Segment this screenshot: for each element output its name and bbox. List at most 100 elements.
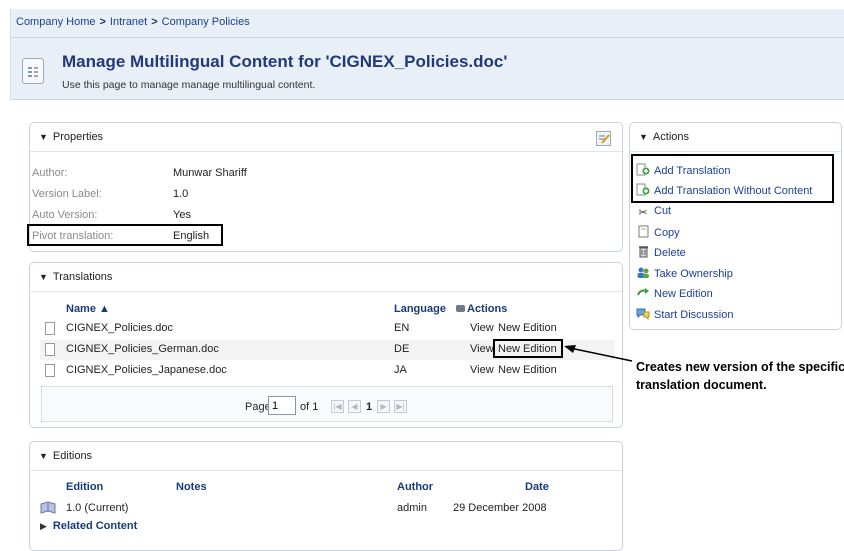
- panel-divider: [630, 151, 841, 152]
- version-label-value: 1.0: [173, 188, 189, 200]
- edition-author: admin: [397, 502, 427, 514]
- copy-icon-glyph: [638, 225, 648, 238]
- callout-text: Creates new version of the specific tran…: [636, 360, 844, 392]
- start-discussion-label: Start Discussion: [654, 309, 734, 321]
- pager-of-label: of 1: [300, 401, 319, 413]
- edition-date: 29 December 2008: [453, 502, 547, 514]
- start-discussion-action[interactable]: Start Discussion: [636, 307, 733, 321]
- language-column-header[interactable]: Language: [394, 303, 446, 315]
- arrow-icon: [636, 286, 650, 299]
- author-label: Author:: [32, 167, 68, 179]
- first-page-button[interactable]: |◀: [331, 400, 344, 413]
- pager: [41, 386, 613, 422]
- breadcrumb-company-home[interactable]: Company Home: [16, 16, 95, 28]
- date-column-header: Date: [525, 481, 549, 493]
- add-translation-highlight: [631, 154, 834, 203]
- cut-label: Cut: [654, 205, 672, 217]
- take-ownership-action[interactable]: Take Ownership: [636, 266, 733, 280]
- properties-panel-title[interactable]: ▼ Properties: [39, 131, 103, 143]
- editions-panel: ▼ Editions: [29, 441, 623, 551]
- notes-column-header: Notes: [176, 481, 207, 493]
- translations-panel-title[interactable]: ▼ Translations: [39, 271, 112, 283]
- edit-properties-icon[interactable]: [596, 131, 611, 146]
- take-ownership-label: Take Ownership: [654, 268, 733, 280]
- panel-divider: [30, 470, 622, 471]
- users-icon-glyph: [637, 267, 649, 278]
- panel-divider: [30, 151, 622, 152]
- properties-title: Properties: [52, 131, 104, 143]
- copy-icon: [636, 225, 650, 238]
- last-page-button[interactable]: ▶|: [394, 400, 407, 413]
- copy-action[interactable]: Copy: [636, 225, 680, 239]
- document-icon: [45, 364, 55, 377]
- version-label-label: Version Label:: [32, 188, 102, 200]
- edition-icon-glyph: [40, 501, 56, 514]
- translation-name[interactable]: CIGNEX_Policies.doc: [66, 322, 173, 334]
- breadcrumb-intranet[interactable]: Intranet: [110, 16, 147, 28]
- scissors-icon: ✂: [638, 207, 648, 219]
- users-icon: [636, 266, 650, 279]
- discussion-icon: [636, 307, 650, 321]
- view-link[interactable]: View: [470, 364, 494, 376]
- view-link[interactable]: View: [470, 343, 494, 355]
- edition-column-header: Edition: [66, 481, 104, 493]
- page-title: Manage Multilingual Content for 'CIGNEX_…: [62, 52, 508, 71]
- delete-action[interactable]: Delete: [636, 245, 686, 259]
- copy-label: Copy: [654, 227, 680, 239]
- translation-language: DE: [394, 343, 410, 355]
- document-icon: [45, 343, 55, 356]
- translation-language: EN: [394, 322, 410, 334]
- next-page-button[interactable]: ▶: [377, 400, 390, 413]
- auto-version-label: Auto Version:: [32, 209, 98, 221]
- delete-label: Delete: [654, 247, 686, 259]
- collapse-triangle-icon: ▼: [39, 132, 48, 142]
- translation-name[interactable]: CIGNEX_Policies_Japanese.doc: [66, 364, 227, 376]
- callout-arrow: [564, 345, 633, 362]
- page-number-input[interactable]: [268, 396, 296, 415]
- pivot-translation-highlight: [27, 224, 223, 246]
- breadcrumb-separator: >: [99, 16, 106, 28]
- pager-page-label: Page: [245, 401, 271, 413]
- actions-title: Actions: [652, 131, 689, 143]
- new-edition-link[interactable]: New Edition: [498, 364, 557, 376]
- translation-language: JA: [394, 364, 407, 376]
- edition-name[interactable]: 1.0 (Current): [66, 502, 128, 514]
- expand-triangle-icon: ▶: [40, 521, 47, 531]
- editions-panel-title[interactable]: ▼ Editions: [39, 450, 92, 462]
- edit-properties-icon-glyph: [599, 134, 610, 144]
- collapse-triangle-icon: ▼: [639, 132, 648, 142]
- previous-page-button[interactable]: ◀: [348, 400, 361, 413]
- new-edition-highlight: [493, 339, 563, 358]
- new-edition-label: New Edition: [654, 288, 713, 300]
- name-column-header[interactable]: Name ▲: [66, 303, 110, 315]
- trash-icon-glyph: [638, 246, 648, 258]
- breadcrumb-separator: >: [151, 16, 158, 28]
- related-content-label: Related Content: [52, 520, 138, 532]
- cut-action[interactable]: ✂ Cut: [636, 205, 671, 220]
- translations-title: Translations: [52, 271, 113, 283]
- multilingual-doc-icon: [22, 58, 44, 84]
- related-content-toggle[interactable]: ▶ Related Content: [40, 520, 137, 532]
- page-description: Use this page to manage manage multiling…: [62, 79, 316, 91]
- breadcrumb-company-policies[interactable]: Company Policies: [162, 16, 250, 28]
- actions-panel-title[interactable]: ▼ Actions: [639, 131, 689, 143]
- view-link[interactable]: View: [470, 322, 494, 334]
- trash-icon: [636, 245, 650, 258]
- new-edition-action[interactable]: New Edition: [636, 286, 713, 300]
- editions-title: Editions: [52, 450, 93, 462]
- author-value: Munwar Shariff: [173, 167, 247, 179]
- translation-name[interactable]: CIGNEX_Policies_German.doc: [66, 343, 219, 355]
- breadcrumb: Company Home > Intranet > Company Policies: [16, 16, 250, 28]
- document-icon: [45, 322, 55, 335]
- panel-divider: [30, 291, 622, 292]
- arrow-icon-glyph: [637, 288, 649, 296]
- multilingual-doc-icon-glyph: [28, 67, 38, 77]
- new-edition-link[interactable]: New Edition: [498, 322, 557, 334]
- discussion-icon-glyph: [636, 308, 650, 321]
- edition-icon: [40, 501, 56, 518]
- column-toggle-icon[interactable]: [456, 305, 465, 312]
- collapse-triangle-icon: ▼: [39, 451, 48, 461]
- actions-column-header: Actions: [467, 303, 508, 315]
- current-page-number: 1: [366, 401, 373, 413]
- header-divider: [10, 37, 844, 38]
